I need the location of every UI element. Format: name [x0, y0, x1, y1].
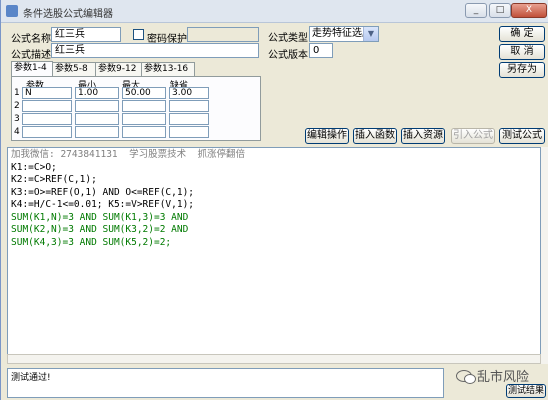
formula-desc-label: 公式描述 [11, 50, 51, 61]
code-line: SUM(K1,N)=3 AND SUM(K1,3)=3 AND [11, 211, 189, 223]
app-icon [6, 5, 18, 17]
code-line: SUM(K4,3)=3 AND SUM(K5,2)=2; [11, 236, 172, 248]
title-bar[interactable]: 条件选股公式编辑器 _ □ X [1, 0, 548, 23]
insert-function-button[interactable]: 插入函数 [353, 128, 397, 144]
formula-type-select[interactable]: 走势特征选股 ▼ [309, 26, 379, 42]
wechat-icon-bubble [464, 374, 476, 384]
formula-version-input[interactable]: 0 [309, 43, 333, 58]
param-row-number: 3 [14, 114, 20, 124]
close-button[interactable]: X [511, 3, 547, 18]
param-default-cell[interactable] [169, 113, 209, 125]
param-max-cell[interactable] [122, 126, 166, 138]
param-min-cell[interactable]: 1.00 [75, 87, 119, 99]
param-default-cell[interactable] [169, 126, 209, 138]
vertical-scrollbar[interactable] [541, 147, 548, 364]
watermark-text: 乱市风险 [477, 370, 530, 385]
formula-editor-window: 条件选股公式编辑器 _ □ X 公式名称 红三兵 密码保护 公式类型 走势特征选… [0, 0, 548, 400]
password-input[interactable] [187, 27, 259, 42]
param-min-cell[interactable] [75, 100, 119, 112]
import-formula-button[interactable]: 引入公式 [451, 128, 495, 144]
test-formula-button[interactable]: 测试公式 [499, 128, 545, 144]
formula-code-editor[interactable]: 加我微信: 2743841131 学习股票技术 抓涨停翻倍 K1:=C>O; K… [7, 147, 541, 355]
param-name-cell[interactable] [22, 100, 72, 112]
code-line: K4:=H/C-1<=0.01; K5:=V>REF(V,1); [11, 199, 195, 210]
formula-name-label: 公式名称 [11, 34, 51, 45]
param-name-cell[interactable]: N [22, 87, 72, 99]
code-line: K1:=C>O; [11, 161, 57, 173]
test-status-box: 测试通过! [7, 368, 444, 398]
formula-desc-input[interactable]: 红三兵 [51, 43, 259, 58]
param-row-number: 2 [14, 101, 20, 111]
param-name-cell[interactable] [22, 126, 72, 138]
status-text: 测试通过! [11, 373, 51, 383]
minimize-button[interactable]: _ [465, 3, 487, 18]
horizontal-scrollbar[interactable] [7, 354, 541, 364]
formula-version-label: 公式版本 [268, 50, 308, 61]
test-result-button[interactable]: 测试结果 [506, 384, 546, 398]
ok-button[interactable]: 确 定 [499, 26, 545, 42]
code-line: K2:=C>REF(C,1); [11, 174, 97, 185]
code-line: SUM(K2,N)=3 AND SUM(K3,2)=2 AND [11, 224, 189, 235]
insert-resource-button[interactable]: 插入资源 [401, 128, 445, 144]
param-min-cell[interactable] [75, 126, 119, 138]
tab-params-1-4[interactable]: 参数1-4 [11, 61, 53, 76]
tab-params-9-12[interactable]: 参数9-12 [95, 62, 142, 76]
tab-params-5-8[interactable]: 参数5-8 [52, 62, 96, 76]
cancel-button[interactable]: 取 消 [499, 44, 545, 60]
maximize-button[interactable]: □ [489, 3, 511, 18]
save-as-button[interactable]: 另存为 [499, 62, 545, 78]
edit-operation-button[interactable]: 编辑操作 [305, 128, 349, 144]
param-default-cell[interactable]: 3.00 [169, 87, 209, 99]
param-row-number: 1 [14, 88, 20, 98]
param-default-cell[interactable] [169, 100, 209, 112]
param-row-number: 4 [14, 127, 20, 137]
formula-type-label: 公式类型 [268, 33, 308, 44]
param-min-cell[interactable] [75, 113, 119, 125]
tab-params-13-16[interactable]: 参数13-16 [141, 62, 195, 76]
param-panel: 参数 最小 最大 缺省 1 N 1.00 50.00 3.00 2 3 4 [11, 76, 261, 141]
param-name-cell[interactable] [22, 113, 72, 125]
code-line: K3:=O>=REF(O,1) AND O<=REF(C,1); [11, 186, 195, 198]
password-protect-checkbox[interactable] [133, 29, 144, 40]
param-max-cell[interactable]: 50.00 [122, 87, 166, 99]
window-title: 条件选股公式编辑器 [23, 9, 113, 20]
formula-name-input[interactable]: 红三兵 [51, 27, 121, 42]
param-max-cell[interactable] [122, 113, 166, 125]
code-comment-line: 加我微信: 2743841131 学习股票技术 抓涨停翻倍 [11, 149, 246, 160]
param-max-cell[interactable] [122, 100, 166, 112]
chevron-down-icon: ▼ [363, 27, 378, 41]
